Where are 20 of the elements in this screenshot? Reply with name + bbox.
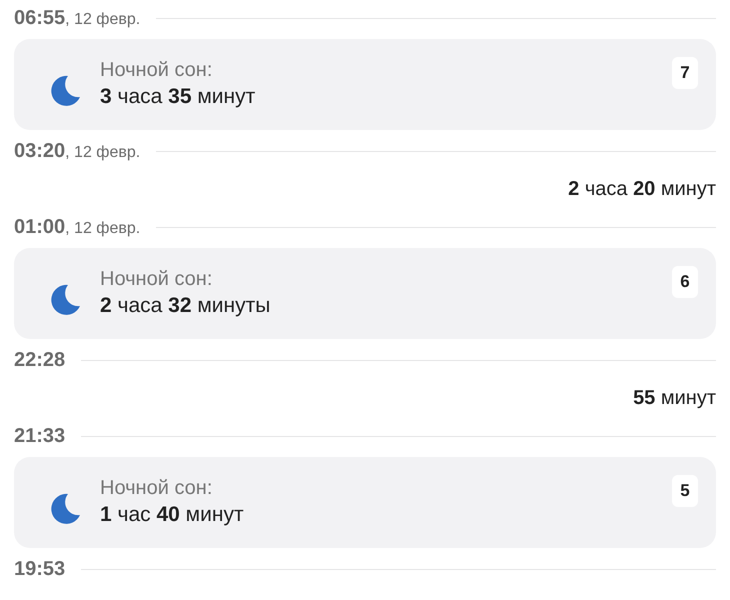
awake-duration: 2 часа 20 минут <box>568 177 716 202</box>
sleep-duration: 1 час 40 минут <box>100 502 245 528</box>
count-badge: 6 <box>672 266 698 298</box>
sleep-label: Ночной сон: <box>100 267 214 292</box>
sleep-label: Ночной сон: <box>100 58 214 83</box>
sleep-card[interactable]: Ночной сон: 3 часа 35 минут 7 <box>14 39 716 130</box>
sleep-duration: 3 часа 35 минут <box>100 84 256 110</box>
awake-duration: 55 минут <box>633 386 716 411</box>
timestamp: 06:55, 12 февр. <box>14 6 140 31</box>
timestamp: 22:28 <box>14 348 66 373</box>
sleep-card[interactable]: Ночной сон: 1 час 40 минут 5 <box>14 457 716 548</box>
sleep-label: Ночной сон: <box>100 476 214 501</box>
timestamp: 03:20, 12 февр. <box>14 139 140 164</box>
count-badge: 5 <box>672 475 698 507</box>
sleep-card[interactable]: Ночной сон: 2 часа 32 минуты 6 <box>14 248 716 339</box>
timestamp: 21:33 <box>14 424 66 449</box>
timestamp: 01:00, 12 февр. <box>14 215 140 240</box>
sleep-duration: 2 часа 32 минуты <box>100 293 272 319</box>
timestamp: 19:53 <box>14 557 66 582</box>
count-badge: 7 <box>672 57 698 89</box>
